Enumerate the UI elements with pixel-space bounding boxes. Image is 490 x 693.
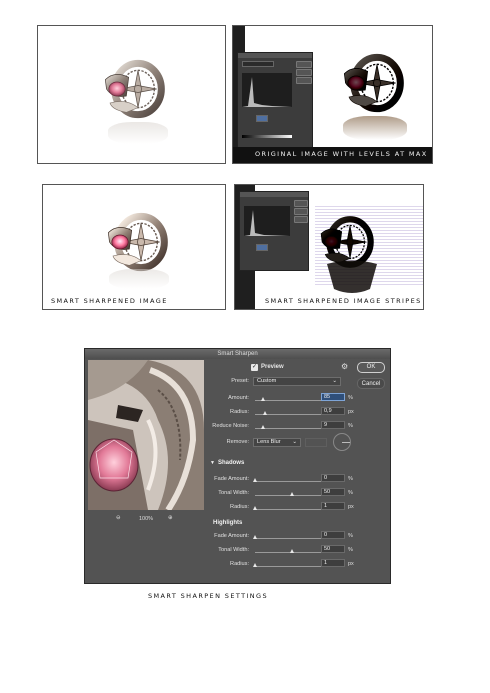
reduce-noise-slider-thumb[interactable]: [261, 425, 265, 429]
ring-reflection: [108, 122, 168, 144]
shadows-radius-label: Radius:: [230, 504, 249, 510]
highlights-radius-thumb[interactable]: [253, 563, 257, 567]
highlights-radius-unit: px: [348, 561, 354, 567]
reduce-noise-unit: %: [348, 423, 353, 429]
shadows-fade-label: Fade Amount:: [214, 476, 249, 482]
chevron-down-icon: ⌄: [332, 378, 337, 384]
remove-label: Remove:: [226, 439, 249, 445]
levels-image-panel: ORIGINAL IMAGE WITH LEVELS AT MAX: [232, 25, 433, 164]
preset-value: Custom: [257, 378, 277, 384]
shadows-radius-thumb[interactable]: [253, 506, 257, 510]
preview-checkbox[interactable]: ✓: [251, 364, 258, 371]
zoom-level: 100%: [139, 516, 154, 522]
preview-label: Preview: [261, 364, 284, 370]
highlights-radius-label: Radius:: [230, 561, 249, 567]
shadows-tonal-unit: %: [348, 490, 353, 496]
smart-sharpen-dialog: Smart Sharpen ⊖ 100% ⊕ ✓ Preview ⚙ OK Ca…: [84, 348, 391, 584]
ring-photo: [98, 54, 178, 124]
shadows-radius-field[interactable]: 1: [321, 502, 345, 510]
preview-ring-closeup: [88, 360, 204, 510]
amount-label: Amount:: [228, 395, 249, 401]
angle-field[interactable]: [305, 438, 327, 447]
shadows-tonal-thumb[interactable]: [290, 492, 294, 496]
highlights-tonal-label: Tonal Width:: [218, 547, 249, 553]
zoom-in-icon[interactable]: ⊕: [168, 515, 173, 521]
levels-histogram: [242, 73, 292, 107]
ring-reflection-dark: [343, 116, 407, 140]
highlights-fade-unit: %: [348, 533, 353, 539]
shadows-tonal-label: Tonal Width:: [218, 490, 249, 496]
original-image-panel: [37, 25, 226, 164]
highlights-radius-slider[interactable]: [255, 566, 331, 567]
shadows-fade-slider[interactable]: [255, 481, 331, 482]
preset-label: Preset:: [231, 378, 249, 384]
caption-stripes: SMART SHARPENED IMAGE STRIPES: [265, 297, 422, 305]
zoom-out-icon[interactable]: ⊖: [116, 515, 121, 521]
smart-sharpened-panel: SMART SHARPENED IMAGE: [42, 184, 226, 310]
reduce-noise-slider[interactable]: [255, 428, 331, 429]
amount-slider[interactable]: [255, 400, 331, 401]
highlights-fade-label: Fade Amount:: [214, 533, 249, 539]
highlights-fade-field[interactable]: 0: [321, 531, 345, 539]
radius-field[interactable]: 0,9: [321, 407, 345, 415]
shadows-fade-unit: %: [348, 476, 353, 482]
amount-unit: %: [348, 395, 353, 401]
caption-original: ORIGINAL IMAGE WITH LEVELS AT MAX: [255, 150, 428, 158]
levels-dialog-2: [239, 191, 309, 271]
remove-value: Lens Blur: [257, 439, 281, 445]
highlights-fade-thumb[interactable]: [253, 535, 257, 539]
caption-settings: SMART SHARPEN SETTINGS: [148, 592, 268, 600]
highlights-fade-slider[interactable]: [255, 538, 331, 539]
preview-pane[interactable]: [88, 360, 204, 510]
radius-unit: px: [348, 409, 354, 415]
highlights-tonal-field[interactable]: 50: [321, 545, 345, 553]
highlights-tonal-unit: %: [348, 547, 353, 553]
ok-button[interactable]: OK: [357, 362, 385, 373]
amount-slider-thumb[interactable]: [261, 397, 265, 401]
dialog-title: Smart Sharpen: [85, 349, 390, 359]
levels-histogram-2: [244, 206, 290, 236]
radius-label: Radius:: [230, 409, 249, 415]
zoom-bar: ⊖ 100% ⊕: [88, 513, 204, 527]
highlights-section-title[interactable]: Highlights: [213, 520, 242, 526]
caption-smart-sharpened: SMART SHARPENED IMAGE: [51, 297, 168, 305]
stripes-panel: SMART SHARPENED IMAGE STRIPES: [234, 184, 424, 310]
ring-photo-sharpened: [101, 207, 181, 277]
ring-reflection-sharpened: [109, 269, 169, 289]
cancel-button[interactable]: Cancel: [357, 378, 385, 389]
chevron-down-icon: ▼: [210, 460, 215, 466]
shadows-fade-field[interactable]: 0: [321, 474, 345, 482]
amount-field[interactable]: 85: [321, 393, 345, 401]
ring-photo-dark: [337, 48, 417, 118]
levels-dialog: [237, 52, 313, 150]
highlights-tonal-thumb[interactable]: [290, 549, 294, 553]
ring-reflection-stripes: [327, 260, 377, 293]
remove-dropdown[interactable]: Lens Blur ⌄: [253, 438, 301, 447]
shadows-radius-slider[interactable]: [255, 509, 331, 510]
shadows-fade-thumb[interactable]: [253, 478, 257, 482]
angle-dial-icon[interactable]: [333, 433, 351, 451]
radius-slider-thumb[interactable]: [263, 411, 267, 415]
reduce-noise-label: Reduce Noise:: [212, 423, 249, 429]
highlights-radius-field[interactable]: 1: [321, 559, 345, 567]
chevron-down-icon: ⌄: [292, 439, 297, 445]
preset-dropdown[interactable]: Custom ⌄: [253, 377, 341, 386]
shadows-section-title[interactable]: ▼ Shadows: [210, 460, 244, 466]
shadows-radius-unit: px: [348, 504, 354, 510]
settings-gear-icon[interactable]: ⚙: [341, 362, 348, 371]
shadows-tonal-field[interactable]: 50: [321, 488, 345, 496]
reduce-noise-field[interactable]: 9: [321, 421, 345, 429]
